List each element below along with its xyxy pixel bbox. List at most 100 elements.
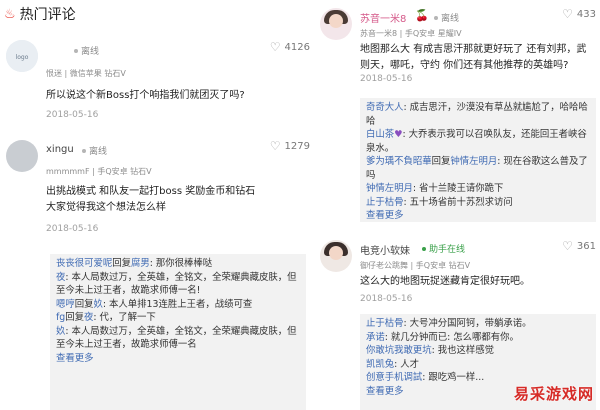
comment-date: 2018-05-16 (360, 294, 413, 304)
offline-status: 离线 (434, 11, 459, 24)
reply-username[interactable]: 嗯哼 (56, 299, 75, 310)
reply-item: 凯凯兔: 人才 (366, 358, 590, 372)
comment-text: 地图那么大 有成吉思汗那就更好玩了 还有刘邦，武则天，哪吒，守约 你们还有其他推… (360, 44, 587, 71)
reply-item: 丧丧很可爱呢回复腐男: 那你很棒棒哒 (56, 257, 300, 271)
status-dot-icon (422, 246, 426, 251)
status-dot-icon (74, 48, 78, 53)
reply-username[interactable]: fg (56, 312, 65, 323)
reply-text: : 就几分钟而已: 怎么哪都有你。 (384, 331, 519, 343)
comment-card: 苏音一米8 🍒 离线 ♡ 433 苏音一米8 | 手Q安卓 星耀IV 地图那么大… (318, 0, 600, 232)
reply-text: : 跟吃鸡一样... (422, 372, 485, 383)
comment-date: 2018-05-16 (360, 74, 413, 84)
reply-username[interactable]: 凯凯兔 (366, 359, 394, 370)
status-dot-icon (434, 15, 438, 20)
svg-text:logo: logo (16, 54, 29, 61)
status-label: 离线 (81, 47, 100, 57)
avatar[interactable] (6, 140, 38, 172)
assistant-online-status: 助手在线 (422, 242, 465, 255)
reply-item: 奇奇大人: 成吉思汗，沙漠没有草丛就尴尬了，哈哈哈哈 (366, 101, 590, 128)
avatar[interactable]: logo (6, 40, 38, 72)
reply-list: 奇奇大人: 成吉思汗，沙漠没有草丛就尴尬了，哈哈哈哈 白山茶♥: 大乔表示我可以… (360, 98, 596, 222)
reply-text: : 那你很棒棒哒 (149, 258, 213, 269)
reply-username[interactable]: 承诺 (366, 332, 385, 343)
username[interactable]: 电竞小软妹 (360, 242, 410, 257)
reply-item: 奺: 本人局数过万，全英雄，全铭文，全荣耀典藏皮肤，但至今未上过王者，故跪求师傅… (56, 325, 300, 352)
reply-text: : 大号冲分国阿钶，带躺承诺。 (403, 318, 532, 329)
reply-item: 止于枯骨: 大号冲分国阿钶，带躺承诺。 (366, 317, 590, 331)
reply-verb: 回复 (74, 298, 94, 310)
comment-card: logo 离线 ♡ 4126 恨迷 | 微信苹果 钻石V 所以说这个新Boss打… (0, 32, 310, 132)
heart-icon: ♡ (562, 239, 573, 253)
reply-list: 丧丧很可爱呢回复腐男: 那你很棒棒哒 夜: 本人局数过万，全英雄，全铭文，全荣耀… (50, 254, 306, 410)
reply-username[interactable]: 止于枯骨 (366, 197, 404, 208)
reply-target[interactable]: 钟情左明月 (450, 156, 497, 167)
site-watermark: 易采游戏网 (513, 385, 594, 403)
reply-text: : 代，了解一下 (93, 312, 156, 323)
heart-icon: ♡ (562, 7, 573, 21)
reply-username[interactable]: 止于枯骨 (366, 318, 404, 329)
purple-heart-icon: ♥ (394, 129, 403, 140)
reply-text: : 我也这样感觉 (431, 345, 495, 356)
like-button[interactable]: ♡ 361 (562, 240, 596, 252)
reply-text: : 人才 (394, 358, 420, 370)
like-count: 1279 (284, 140, 310, 152)
status-label: 离线 (89, 147, 108, 157)
fire-icon: ♨ (4, 6, 16, 22)
reply-text: : 本人单排13连胜上王者，战绩可查 (102, 298, 253, 310)
username[interactable]: 苏音一米8 (360, 10, 406, 25)
reply-item: 承诺: 就几分钟而已: 怎么哪都有你。 (366, 331, 590, 345)
like-count: 361 (576, 240, 596, 252)
like-button[interactable]: ♡ 4126 (270, 41, 310, 53)
status-dot-icon (82, 148, 86, 153)
username[interactable]: xingu (46, 144, 74, 155)
reply-verb: 回复 (112, 258, 132, 269)
reply-item: 爹为瑀不負昭華回复钟情左明月: 现在谷歌这么普及了吗 (366, 155, 590, 182)
view-more-link[interactable]: 查看更多 (56, 352, 300, 366)
status-label: 离线 (441, 14, 460, 24)
reply-username[interactable]: 爹为瑀不負昭華 (366, 156, 432, 167)
reply-target[interactable]: 奺 (94, 299, 103, 310)
reply-username[interactable]: 夜 (56, 272, 65, 283)
view-more-link[interactable]: 查看更多 (366, 209, 590, 223)
comment-text: 这么大的地图玩捉迷藏肯定很好玩吧。 (360, 276, 530, 287)
section-title: 热门评论 (19, 7, 76, 23)
reply-username[interactable]: 奺 (56, 326, 65, 337)
like-button[interactable]: ♡ 433 (562, 8, 596, 20)
section-header: ♨ 热门评论 (4, 4, 76, 24)
reply-text: : 本人局数过万，全英雄，全铭文，全荣耀典藏皮肤，但至今未上过王者，故跪求师傅一… (56, 325, 297, 351)
reply-item: 嗯哼回复奺: 本人单排13连胜上王者，战绩可查 (56, 298, 300, 312)
avatar[interactable] (320, 8, 352, 40)
avatar-logo-icon: logo (6, 40, 38, 72)
reply-item: 白山茶♥: 大乔表示我可以召唤队友，还能回王者峡谷泉水。 (366, 128, 590, 155)
user-meta: 恨迷 | 微信苹果 钻石V (46, 69, 126, 78)
like-button[interactable]: ♡ 1279 (270, 140, 310, 152)
reply-text: : 五十场省前十苏烈求访问 (403, 196, 513, 208)
cherry-icon: 🍒 (415, 9, 429, 22)
status-label: 助手在线 (429, 245, 466, 255)
reply-username[interactable]: 奇奇大人 (366, 102, 404, 113)
comment-text: 所以说这个新Boss打个响指我们就团灭了吗? (46, 90, 245, 101)
comment-date: 2018-05-16 (46, 224, 99, 234)
comment-date: 2018-05-16 (46, 110, 99, 120)
user-meta: 苏音一米8 | 手Q安卓 星耀IV (360, 29, 462, 38)
reply-text: : 本人局数过万，全英雄，全铭文，全荣耀典藏皮肤，但至今未上过王者，故跪求师傅一… (56, 271, 297, 297)
user-meta: mmmmmF | 手Q安卓 钻石V (46, 167, 152, 176)
avatar[interactable] (320, 240, 352, 272)
reply-username[interactable]: 创意手机调試 (366, 372, 422, 383)
offline-status: 离线 (82, 144, 107, 157)
reply-item: 夜: 本人局数过万，全英雄，全铭文，全荣耀典藏皮肤，但至今未上过王者，故跪求师傅… (56, 271, 300, 298)
reply-item: fg回复夜: 代，了解一下 (56, 311, 300, 325)
reply-item: 止于枯骨: 五十场省前十苏烈求访问 (366, 196, 590, 210)
comment-card: xingu 离线 ♡ 1279 mmmmmF | 手Q安卓 钻石V 出挑战模式 … (0, 136, 310, 410)
reply-username[interactable]: 钟情左明月 (366, 183, 413, 194)
reply-username[interactable]: 丧丧很可爱呢 (56, 258, 112, 269)
reply-target[interactable]: 腐男 (131, 258, 150, 269)
reply-item: 钟情左明月: 省十兰陵王请你跪下 (366, 182, 590, 196)
reply-username[interactable]: 你敢坑我敢更坑 (366, 345, 432, 356)
reply-verb: 回复 (65, 312, 85, 323)
reply-username[interactable]: 白山茶 (366, 129, 394, 140)
heart-icon: ♡ (269, 139, 281, 153)
reply-verb: 回复 (431, 156, 451, 167)
reply-target[interactable]: 夜 (84, 312, 93, 323)
like-count: 433 (576, 8, 596, 20)
